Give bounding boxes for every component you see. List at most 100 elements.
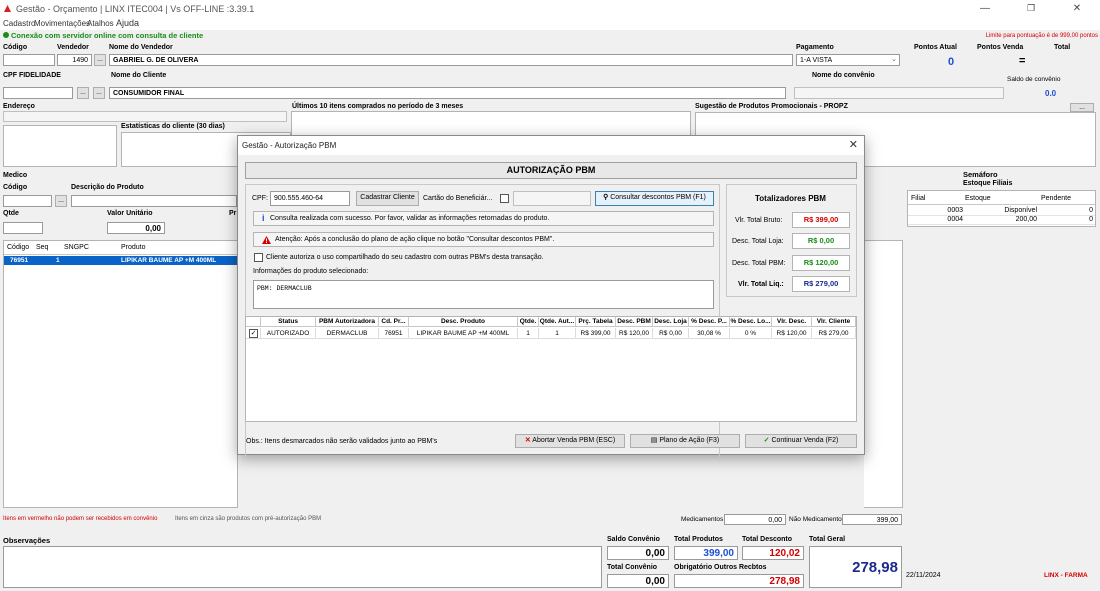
nome-cliente-field: CONSUMIDOR FINAL	[109, 87, 786, 99]
dialog-titlebar: Gestão - Autorização PBM ✕	[238, 136, 864, 155]
grid-col-prc-tabela: Prç. Tabela	[576, 317, 616, 327]
stock-table-header: Filial Estoque Pendente	[908, 191, 1095, 205]
row-checkbox[interactable]: ✓	[249, 329, 258, 338]
cadastrar-cliente-button[interactable]: Cadastrar Cliente	[356, 191, 419, 206]
consultar-pbm-button[interactable]: ⚲ Consultar descontos PBM (F1)	[595, 191, 714, 206]
grid-col-cd: Cd. Pr...	[379, 317, 409, 327]
dialog-heading: AUTORIZAÇÃO PBM	[245, 162, 857, 179]
warning-message-bar: Atenção: Após a conclusão do plano de aç…	[253, 232, 714, 247]
endereco-field	[3, 111, 287, 122]
continuar-venda-button[interactable]: ✓ Continuar Venda (F2)	[745, 434, 857, 448]
vendedor-code-input[interactable]: 1490	[57, 54, 92, 66]
items-table: Código Seq SNGPC Produto 76951 1 LIPIKAR…	[3, 240, 238, 508]
saldo-convenio-label: Saldo de convênio	[1007, 76, 1061, 83]
table-row[interactable]: 0004 200,00 0	[908, 216, 1095, 225]
nome-vendedor-label: Nome do Vendedor	[109, 44, 173, 51]
cpf-label: CPF:	[252, 195, 268, 202]
menu-ajuda[interactable]: Ajuda	[116, 18, 139, 28]
vlr-total-bruto-label: Vlr. Total Bruto:	[735, 217, 783, 224]
desc-total-loja-label: Desc. Total Loja:	[732, 238, 784, 245]
grid-col-pbm: PBM Autorizadora	[316, 317, 379, 327]
grid-col-vlr-desc: Vlr. Desc.	[772, 317, 812, 327]
consent-checkbox[interactable]	[254, 253, 263, 262]
sugestao-more-button[interactable]: ...	[1070, 103, 1094, 112]
table-row[interactable]: ✓ AUTORIZADO DERMACLUB 76951 LIPIKAR BAU…	[246, 328, 856, 339]
descricao-produto-input[interactable]	[71, 195, 237, 207]
table-row[interactable]: 0003 Disponível 0	[908, 207, 1095, 216]
grid-col-desc: Desc. Produto	[409, 317, 518, 327]
info-message-bar: i Consulta realizada com sucesso. Por fa…	[253, 211, 714, 226]
obs-note: Obs.: Itens desmarcados não serão valida…	[246, 438, 438, 445]
grid-cell-qtde-aut: 1	[539, 328, 576, 339]
connection-status-dot	[3, 32, 9, 38]
abortar-venda-button[interactable]: ✕ Abortar Venda PBM (ESC)	[515, 434, 625, 448]
grid-cell-prc-tabela: R$ 399,00	[576, 328, 616, 339]
saldo-convenio-value: 0.0	[1045, 89, 1057, 98]
cpf-search-button[interactable]: ...	[77, 87, 89, 99]
total-desconto-value: 120,02	[742, 546, 804, 560]
grid-col-desc-pbm: Desc. PBM	[616, 317, 653, 327]
window-titlebar: Gestão - Orçamento | LINX ITEC004 | Vs O…	[0, 0, 1100, 17]
grid-col-vlr-cliente: Vlr. Cliente	[812, 317, 856, 327]
cpf-input[interactable]: 900.555.460-64	[270, 191, 350, 206]
menu-movimentacoes[interactable]: Movimentações	[34, 19, 90, 28]
pontos-atual-value: 0	[948, 56, 955, 68]
pagamento-value: 1-A VISTA	[800, 57, 833, 64]
total-convenio-value: 0,00	[607, 574, 669, 588]
medico-label: Medico	[3, 172, 28, 179]
medicamentos-label: Medicamentos	[681, 516, 724, 523]
menu-cadastro[interactable]: Cadastro	[3, 19, 35, 28]
total-geral-value: 278,98	[809, 546, 902, 588]
stock-estoque: Disponível	[1004, 207, 1037, 214]
codigo-produto-input[interactable]	[3, 195, 52, 207]
info-message: Consulta realizada com sucesso. Por favo…	[270, 215, 550, 222]
cartao-checkbox[interactable]	[500, 194, 509, 203]
codigo-label: Código	[3, 44, 28, 51]
grid-cell-desc-pbm: R$ 120,00	[616, 328, 653, 339]
total-convenio-label: Total Convênio	[607, 564, 658, 571]
dialog-close-icon[interactable]: ✕	[849, 138, 858, 151]
menu-atalhos[interactable]: Atalhos	[87, 19, 114, 28]
saldo-convenio-total-label: Saldo Convênio	[607, 536, 660, 543]
desc-total-loja-value: R$ 0,00	[792, 233, 850, 249]
plano-acao-button[interactable]: ▤ Plano de Ação (F3)	[630, 434, 740, 448]
endereco-label: Endereço	[3, 103, 35, 110]
pagamento-label: Pagamento	[796, 44, 834, 51]
plano-acao-label: Plano de Ação (F3)	[659, 437, 720, 444]
cartao-input[interactable]	[513, 191, 591, 206]
minimize-icon[interactable]: —	[962, 0, 1008, 17]
items-col-sngpc: SNGPC	[64, 244, 89, 251]
stock-table: Filial Estoque Pendente 0003 Disponível …	[907, 190, 1096, 227]
desc-total-pbm-value: R$ 120,00	[792, 255, 850, 271]
info-icon: i	[262, 213, 265, 223]
legend-gray: Itens em cinza são produtos com pré-auto…	[175, 516, 322, 522]
maximize-icon[interactable]: ❐	[1008, 0, 1054, 17]
items-col-codigo: Código	[7, 244, 30, 251]
nao-medicamentos-value: 399,00	[842, 514, 902, 525]
cpf-fidelidade-label: CPF FIDELIDADE	[3, 72, 61, 79]
total-desconto-label: Total Desconto	[742, 536, 793, 543]
descricao-produto-label: Descrição do Produto	[71, 184, 144, 191]
convenio-label: Nome do convênio	[812, 72, 875, 79]
codigo-input[interactable]	[3, 54, 55, 66]
codigo-produto-label: Código	[3, 184, 28, 191]
grid-col-pct-loja: % Desc. Lo...	[730, 317, 772, 327]
client-photo-panel	[3, 125, 117, 167]
produto-search-button[interactable]: ...	[55, 195, 67, 207]
obrigatorio-value: 278,98	[674, 574, 804, 588]
vendedor-search-button[interactable]: ...	[94, 54, 106, 66]
close-window-icon[interactable]: ✕	[1054, 0, 1100, 17]
observacoes-label: Observações	[3, 536, 51, 545]
qtde-input[interactable]	[3, 222, 43, 234]
pagamento-select[interactable]: 1-A VISTA ⌄	[796, 54, 900, 66]
cliente-search-button[interactable]: ...	[93, 87, 105, 99]
observacoes-textarea[interactable]	[3, 546, 602, 588]
row-codigo: 76951	[10, 257, 29, 264]
items-col-seq: Seq	[36, 244, 49, 251]
cpf-fidelidade-input[interactable]	[3, 87, 73, 99]
abortar-venda-label: Abortar Venda PBM (ESC)	[532, 437, 616, 444]
consultar-pbm-label: Consultar descontos PBM (F1)	[610, 194, 706, 201]
items-table-right	[864, 240, 903, 508]
table-row[interactable]: 76951 1 LIPIKAR BAUME AP +M 400ML	[4, 256, 237, 265]
warning-icon	[262, 236, 271, 244]
